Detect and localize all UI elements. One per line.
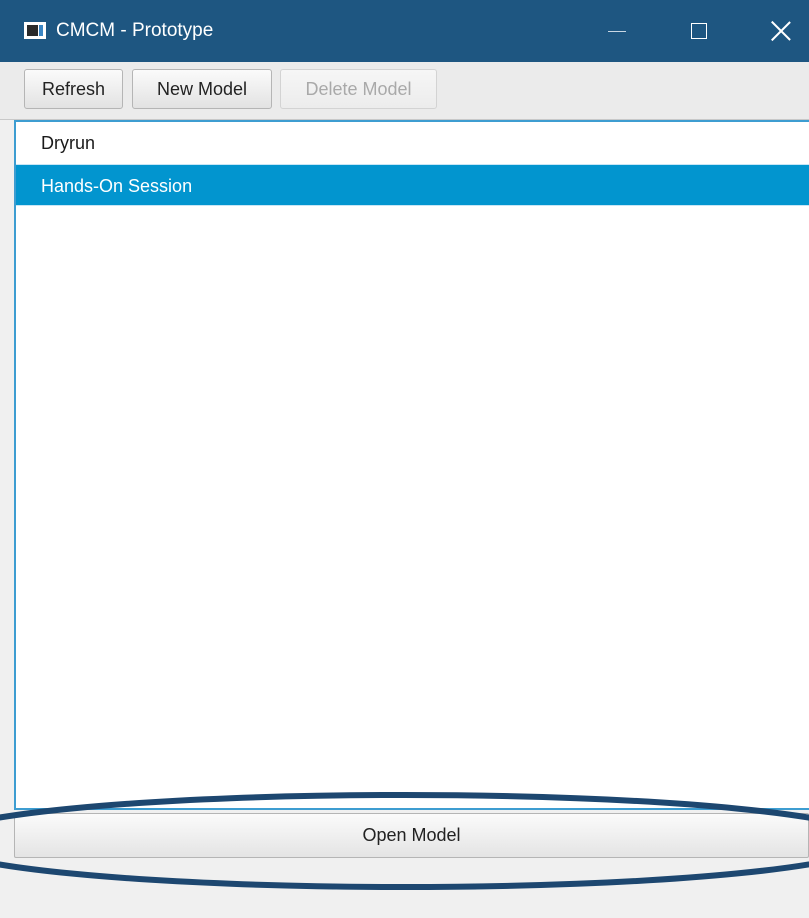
toolbar: Refresh New Model Delete Model bbox=[0, 62, 809, 120]
close-button[interactable] bbox=[750, 0, 809, 62]
new-model-button[interactable]: New Model bbox=[132, 69, 272, 109]
close-icon bbox=[771, 21, 791, 41]
maximize-button[interactable] bbox=[668, 0, 730, 62]
maximize-icon bbox=[691, 23, 707, 39]
open-model-button[interactable]: Open Model bbox=[14, 813, 809, 858]
delete-model-button: Delete Model bbox=[280, 69, 437, 109]
left-margin bbox=[0, 120, 14, 918]
minimize-icon bbox=[608, 30, 626, 32]
app-window-icon bbox=[24, 22, 46, 39]
title-bar: CMCM - Prototype bbox=[0, 0, 809, 62]
list-item-dryrun[interactable]: Dryrun bbox=[16, 122, 809, 164]
model-list[interactable]: Dryrun Hands-On Session bbox=[14, 120, 809, 810]
minimize-button[interactable] bbox=[586, 0, 648, 62]
window-title: CMCM - Prototype bbox=[56, 20, 214, 41]
list-item-hands-on-session[interactable]: Hands-On Session bbox=[16, 164, 809, 206]
refresh-button[interactable]: Refresh bbox=[24, 69, 123, 109]
